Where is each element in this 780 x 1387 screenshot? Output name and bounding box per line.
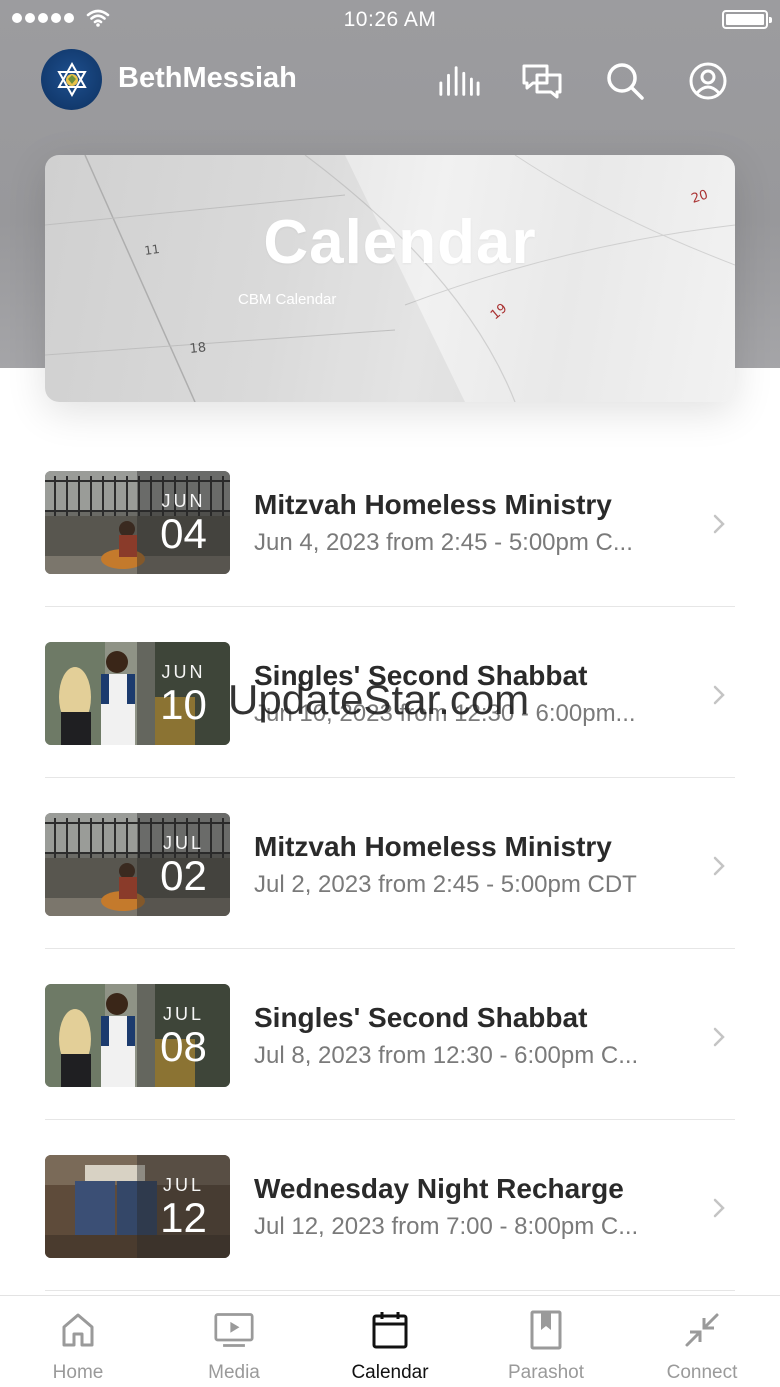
- tab-calendar[interactable]: Calendar: [312, 1296, 468, 1387]
- tab-connect[interactable]: Connect: [624, 1296, 780, 1387]
- svg-text:20: 20: [690, 187, 710, 206]
- event-month: JUN: [161, 662, 206, 682]
- event-title: Singles' Second Shabbat: [254, 1002, 588, 1033]
- event-day: 02: [160, 852, 207, 899]
- tab-media[interactable]: Media: [156, 1296, 312, 1387]
- svg-text:18: 18: [189, 340, 207, 357]
- event-row[interactable]: JUL 08 Singles' Second Shabbat Jul 8, 20…: [45, 949, 735, 1120]
- event-month: JUN: [161, 491, 206, 511]
- calendar-banner[interactable]: 11 18 19 20 Calendar CBM Calendar: [45, 155, 735, 402]
- audio-bars-icon: [439, 66, 480, 96]
- chat-bubbles-icon: [522, 64, 562, 99]
- search-icon: [607, 63, 644, 100]
- chevron-right-icon: [713, 1027, 725, 1047]
- event-month: JUL: [162, 1004, 204, 1024]
- audio-bars-button[interactable]: [438, 60, 480, 102]
- tab-label: Calendar: [351, 1362, 429, 1383]
- bookmark-book-icon: [530, 1310, 562, 1350]
- event-datetime: Jul 12, 2023 from 7:00 - 8:00pm C...: [254, 1213, 639, 1240]
- tab-parashot[interactable]: Parashot: [468, 1296, 624, 1387]
- chevron-right-icon: [713, 685, 725, 705]
- calendar-icon: [372, 1312, 408, 1349]
- play-screen-icon: [214, 1313, 254, 1347]
- banner-subtitle: CBM Calendar: [238, 291, 337, 308]
- event-month: JUL: [162, 833, 204, 853]
- tab-home[interactable]: Home: [0, 1296, 156, 1387]
- chevron-right-icon: [713, 514, 725, 534]
- app-header: BethMessiah: [0, 46, 780, 114]
- watermark-text: UpdateStar.com: [228, 676, 530, 723]
- banner-title: Calendar: [263, 208, 537, 277]
- event-row[interactable]: JUL 12 Wednesday Night Recharge Jul 12, …: [45, 1120, 735, 1291]
- home-icon: [62, 1313, 94, 1347]
- tab-label: Parashot: [507, 1362, 585, 1383]
- event-datetime: Jul 8, 2023 from 12:30 - 6:00pm C...: [254, 1042, 639, 1069]
- event-title: Mitzvah Homeless Ministry: [254, 489, 612, 520]
- tab-label: Media: [208, 1362, 260, 1383]
- event-thumbnail: JUN 04: [45, 471, 230, 574]
- event-title: Mitzvah Homeless Ministry: [254, 831, 612, 862]
- arrows-in-icon: [685, 1313, 719, 1347]
- app-title: BethMessiah: [118, 62, 297, 94]
- calendar-paper-image: 11 18 19 20: [45, 155, 735, 402]
- chevron-right-icon: [713, 856, 725, 876]
- search-button[interactable]: [604, 60, 646, 102]
- event-datetime: Jul 2, 2023 from 2:45 - 5:00pm CDT: [254, 871, 637, 898]
- event-day: 10: [160, 681, 207, 728]
- svg-text:19: 19: [488, 301, 510, 323]
- battery-icon: [722, 10, 772, 29]
- event-thumbnail: JUL 02: [45, 813, 230, 916]
- tab-label: Home: [52, 1362, 104, 1383]
- chevron-right-icon: [713, 1198, 725, 1218]
- event-list: JUN 04 Mitzvah Homeless Ministry Jun 4, …: [45, 436, 735, 1291]
- star-of-david-icon: [56, 61, 87, 97]
- tab-label: Connect: [666, 1362, 738, 1383]
- event-title: Wednesday Night Recharge: [254, 1173, 624, 1204]
- event-month: JUL: [162, 1175, 204, 1195]
- status-bar: 10:26 AM: [0, 0, 780, 40]
- event-day: 08: [160, 1023, 207, 1070]
- event-datetime: Jun 4, 2023 from 2:45 - 5:00pm C...: [254, 529, 633, 556]
- event-day: 12: [160, 1194, 207, 1241]
- status-time: 10:26 AM: [343, 8, 437, 31]
- event-thumbnail: JUL 08: [45, 984, 230, 1087]
- event-thumbnail: JUL 12: [45, 1155, 230, 1258]
- profile-button[interactable]: [687, 60, 729, 102]
- app-logo[interactable]: [41, 49, 102, 110]
- event-thumbnail: JUN 10: [45, 642, 230, 745]
- event-row[interactable]: JUL 02 Mitzvah Homeless Ministry Jul 2, …: [45, 778, 735, 949]
- bottom-tab-bar: Home Media Calendar Parashot Connect: [0, 1295, 780, 1387]
- event-day: 04: [160, 510, 207, 557]
- user-circle-icon: [689, 62, 727, 100]
- chat-button[interactable]: [521, 60, 563, 102]
- event-row[interactable]: JUN 04 Mitzvah Homeless Ministry Jun 4, …: [45, 436, 735, 607]
